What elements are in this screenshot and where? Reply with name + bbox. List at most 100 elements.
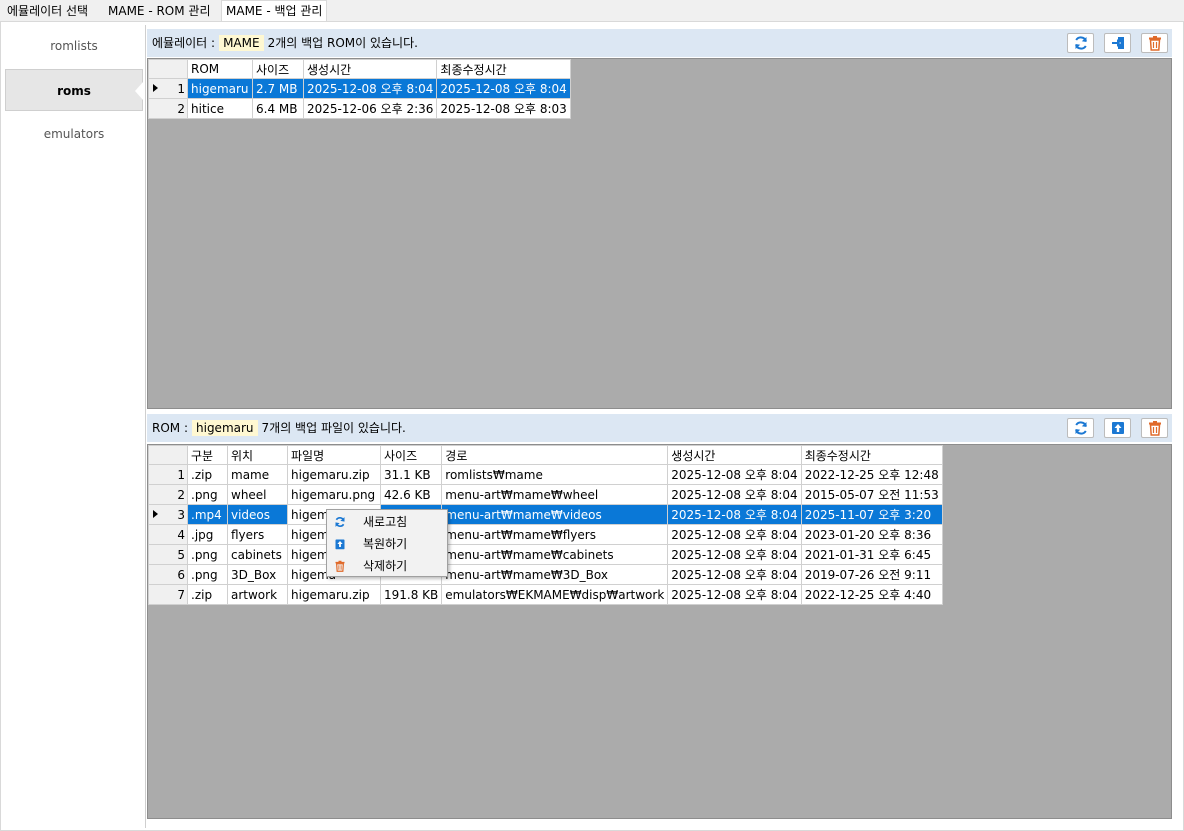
cell-size[interactable]: 31.1 KB xyxy=(379,464,443,485)
cell-type[interactable]: .mp4 xyxy=(187,504,228,525)
cell-filename[interactable]: higemaru.zip xyxy=(287,464,381,485)
tab-backup-manage[interactable]: MAME - 백업 관리 xyxy=(221,0,328,22)
cell-location[interactable]: flyers xyxy=(227,524,288,545)
nav-pointer-icon xyxy=(135,82,143,100)
row-header[interactable]: 1 xyxy=(148,464,188,485)
backup-rom-count-text: 2개의 백업 ROM이 있습니다. xyxy=(267,36,418,50)
row-header[interactable]: 3 xyxy=(148,504,188,525)
cell-type[interactable]: .jpg xyxy=(187,524,228,545)
cell-path[interactable]: menu-art₩mame₩wheel xyxy=(441,484,669,505)
tab-emulator-select[interactable]: 에뮬레이터 선택 xyxy=(3,2,93,21)
cell-location[interactable]: wheel xyxy=(227,484,288,505)
column-header-modified[interactable]: 최종수정시간 xyxy=(436,59,571,79)
cell-filename[interactable]: higemaru.png xyxy=(287,484,381,505)
column-header-filename[interactable]: 파일명 xyxy=(287,445,381,465)
cell-path[interactable]: emulators₩EKMAME₩disp₩artwork xyxy=(441,584,669,605)
row-header[interactable]: 5 xyxy=(148,544,188,565)
row-header[interactable]: 2 xyxy=(148,484,188,505)
table-row[interactable]: 5 .png cabinets higema menu-art₩mame₩cab… xyxy=(148,544,943,565)
table-header-row: 구분 위치 파일명 사이즈 경로 생성시간 최종수정시간 xyxy=(148,445,943,465)
row-header[interactable]: 1 xyxy=(148,78,188,99)
table-row[interactable]: 1 .zip mame higemaru.zip 31.1 KB romlist… xyxy=(148,464,943,485)
cell-rom[interactable]: hitice xyxy=(187,98,253,119)
column-header-size[interactable]: 사이즈 xyxy=(379,445,443,465)
top-export-button[interactable] xyxy=(1104,33,1131,53)
cell-modified[interactable]: 2025-12-08 오후 8:03 xyxy=(436,98,571,119)
top-grid[interactable]: ROM 사이즈 생성시간 최종수정시간 1 higemaru 2.7 MB 20… xyxy=(147,58,1172,409)
cell-created[interactable]: 2025-12-08 오후 8:04 xyxy=(667,564,802,585)
bottom-delete-button[interactable] xyxy=(1141,418,1168,438)
table-row[interactable]: 3 .mp4 videos higema menu-art₩mame₩video… xyxy=(148,504,943,525)
row-number: 5 xyxy=(177,547,185,562)
bottom-grid[interactable]: 구분 위치 파일명 사이즈 경로 생성시간 최종수정시간 1 .zip mame… xyxy=(147,444,1172,819)
cell-modified[interactable]: 2025-11-07 오후 3:20 xyxy=(800,504,943,525)
cell-path[interactable]: menu-art₩mame₩3D_Box xyxy=(441,564,669,585)
cell-created[interactable]: 2025-12-08 오후 8:04 xyxy=(667,544,802,565)
cell-modified[interactable]: 2015-05-07 오전 11:53 xyxy=(800,484,943,505)
column-header-size[interactable]: 사이즈 xyxy=(252,59,304,79)
table-row[interactable]: 6 .png 3D_Box higema menu-art₩mame₩3D_Bo… xyxy=(148,564,943,585)
table-row[interactable]: 7 .zip artwork higemaru.zip 191.8 KB emu… xyxy=(148,584,943,605)
cell-created[interactable]: 2025-12-08 오후 8:04 xyxy=(302,78,438,99)
cell-size[interactable]: 191.8 KB xyxy=(379,584,443,605)
nav-item-emulators[interactable]: emulators xyxy=(4,113,144,155)
cell-type[interactable]: .png xyxy=(187,564,228,585)
cell-created[interactable]: 2025-12-08 오후 8:04 xyxy=(667,484,802,505)
table-row[interactable]: 4 .jpg flyers higema menu-art₩mame₩flyer… xyxy=(148,524,943,545)
cell-type[interactable]: .png xyxy=(187,484,228,505)
cell-size[interactable]: 2.7 MB xyxy=(252,78,304,99)
cell-path[interactable]: menu-art₩mame₩cabinets xyxy=(441,544,669,565)
cell-location[interactable]: cabinets xyxy=(227,544,288,565)
table-row[interactable]: 2 hitice 6.4 MB 2025-12-06 오후 2:36 2025-… xyxy=(148,98,571,119)
cell-created[interactable]: 2025-12-06 오후 2:36 xyxy=(302,98,438,119)
column-header-created[interactable]: 생성시간 xyxy=(302,59,438,79)
column-header-location[interactable]: 위치 xyxy=(227,445,288,465)
column-header-modified[interactable]: 최종수정시간 xyxy=(800,445,943,465)
cell-created[interactable]: 2025-12-08 오후 8:04 xyxy=(667,464,802,485)
top-delete-button[interactable] xyxy=(1141,33,1168,53)
column-header-rom[interactable]: ROM xyxy=(187,59,253,79)
row-header[interactable]: 7 xyxy=(148,584,188,605)
context-menu-refresh[interactable]: 새로고침 xyxy=(328,511,446,533)
row-header[interactable]: 6 xyxy=(148,564,188,585)
top-panel-header: 에뮬레이터 : MAME 2개의 백업 ROM이 있습니다. xyxy=(147,29,1172,57)
cell-modified[interactable]: 2022-12-25 오후 12:48 xyxy=(800,464,943,485)
nav-item-roms[interactable]: roms xyxy=(5,69,143,111)
nav-item-romlists[interactable]: romlists xyxy=(4,25,144,67)
table-row[interactable]: 2 .png wheel higemaru.png 42.6 KB menu-a… xyxy=(148,484,943,505)
row-header[interactable]: 2 xyxy=(148,98,188,119)
column-header-path[interactable]: 경로 xyxy=(441,445,669,465)
cell-type[interactable]: .png xyxy=(187,544,228,565)
cell-rom[interactable]: higemaru xyxy=(187,78,253,99)
cell-location[interactable]: artwork xyxy=(227,584,288,605)
row-header[interactable]: 4 xyxy=(148,524,188,545)
cell-location[interactable]: mame xyxy=(227,464,288,485)
cell-modified[interactable]: 2022-12-25 오후 4:40 xyxy=(800,584,943,605)
cell-modified[interactable]: 2025-12-08 오후 8:04 xyxy=(436,78,571,99)
cell-created[interactable]: 2025-12-08 오후 8:04 xyxy=(667,584,802,605)
column-header-type[interactable]: 구분 xyxy=(187,445,228,465)
cell-location[interactable]: 3D_Box xyxy=(227,564,288,585)
top-refresh-button[interactable] xyxy=(1067,33,1094,53)
column-header-created[interactable]: 생성시간 xyxy=(667,445,802,465)
cell-filename[interactable]: higemaru.zip xyxy=(287,584,381,605)
cell-path[interactable]: menu-art₩mame₩flyers xyxy=(441,524,669,545)
cell-type[interactable]: .zip xyxy=(187,584,228,605)
cell-path[interactable]: menu-art₩mame₩videos xyxy=(441,504,669,525)
cell-size[interactable]: 6.4 MB xyxy=(252,98,304,119)
cell-size[interactable]: 42.6 KB xyxy=(379,484,443,505)
cell-modified[interactable]: 2021-01-31 오후 6:45 xyxy=(800,544,943,565)
bottom-refresh-button[interactable] xyxy=(1067,418,1094,438)
bottom-restore-button[interactable] xyxy=(1104,418,1131,438)
cell-modified[interactable]: 2023-01-20 오후 8:36 xyxy=(800,524,943,545)
context-menu-delete[interactable]: 삭제하기 xyxy=(328,555,446,577)
tab-rom-manage[interactable]: MAME - ROM 관리 xyxy=(104,2,215,21)
cell-path[interactable]: romlists₩mame xyxy=(441,464,669,485)
cell-modified[interactable]: 2019-07-26 오전 9:11 xyxy=(800,564,943,585)
cell-location[interactable]: videos xyxy=(227,504,288,525)
cell-created[interactable]: 2025-12-08 오후 8:04 xyxy=(667,524,802,545)
cell-created[interactable]: 2025-12-08 오후 8:04 xyxy=(667,504,802,525)
cell-type[interactable]: .zip xyxy=(187,464,228,485)
context-menu-restore[interactable]: 복원하기 xyxy=(328,533,446,555)
table-row[interactable]: 1 higemaru 2.7 MB 2025-12-08 오후 8:04 202… xyxy=(148,78,571,99)
